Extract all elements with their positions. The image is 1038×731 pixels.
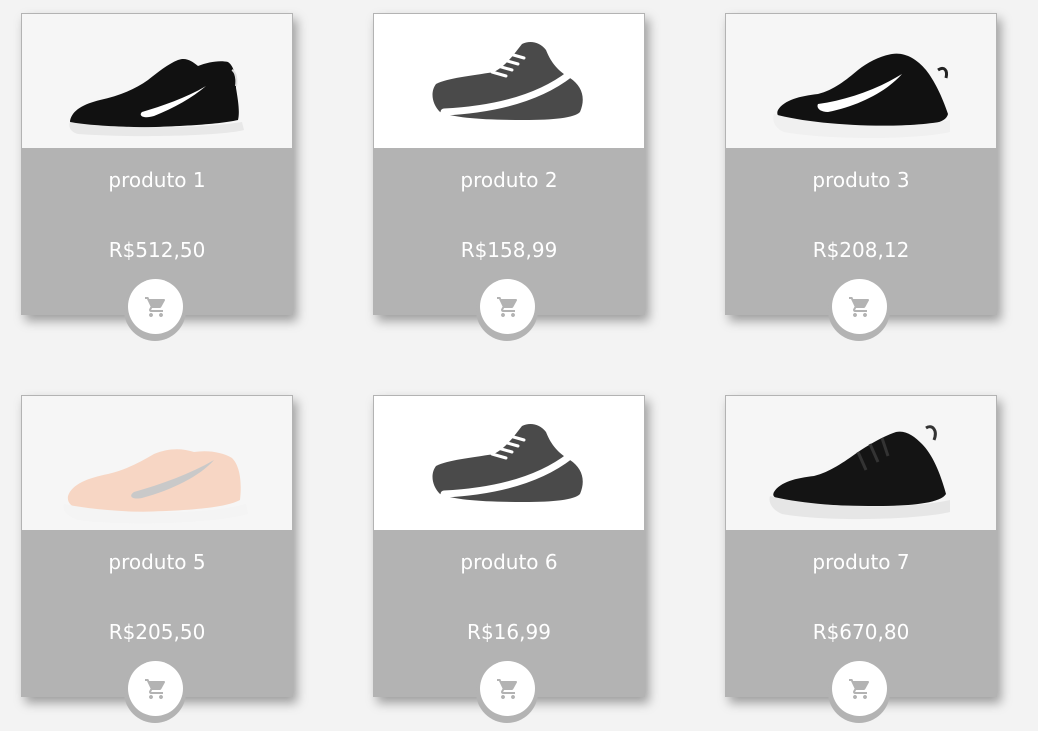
add-to-cart-button[interactable] <box>832 279 887 334</box>
add-to-cart-button[interactable] <box>128 661 183 716</box>
add-to-cart-button[interactable] <box>480 661 535 716</box>
peach-running-shoe-image <box>63 449 248 524</box>
product-name: produto 3 <box>812 168 910 192</box>
product-price: R$158,99 <box>460 238 558 262</box>
product-grid: produto 1 R$512,50 produto 2 R$158,99 pr… <box>0 0 1038 731</box>
add-to-cart-button[interactable] <box>480 279 535 334</box>
shoe-placeholder-icon <box>432 424 583 502</box>
product-image[interactable] <box>374 396 644 530</box>
product-image[interactable] <box>22 14 292 148</box>
product-card[interactable]: produto 7 R$670,80 <box>725 395 997 723</box>
product-name: produto 7 <box>812 550 910 574</box>
shopping-cart-icon <box>144 296 165 317</box>
product-image[interactable] <box>726 14 996 148</box>
shoe-placeholder-icon <box>432 42 583 120</box>
product-price: R$512,50 <box>108 238 206 262</box>
product-price: R$16,99 <box>467 620 551 644</box>
product-price: R$205,50 <box>108 620 206 644</box>
black-white-high-shoe-image <box>773 53 950 138</box>
product-name: produto 5 <box>108 550 206 574</box>
product-price: R$208,12 <box>812 238 910 262</box>
shopping-cart-icon <box>496 678 517 699</box>
product-image[interactable] <box>22 396 292 530</box>
product-card[interactable]: produto 2 R$158,99 <box>373 13 645 341</box>
product-card[interactable]: produto 1 R$512,50 <box>21 13 293 341</box>
black-running-shoe-image <box>69 58 244 137</box>
product-card[interactable]: produto 3 R$208,12 <box>725 13 997 341</box>
shopping-cart-icon <box>848 678 869 699</box>
black-training-shoe-image <box>769 425 950 520</box>
product-price: R$670,80 <box>812 620 910 644</box>
product-card[interactable]: produto 6 R$16,99 <box>373 395 645 723</box>
shopping-cart-icon <box>848 296 869 317</box>
add-to-cart-button[interactable] <box>128 279 183 334</box>
product-image[interactable] <box>726 396 996 530</box>
add-to-cart-button[interactable] <box>832 661 887 716</box>
product-card[interactable]: produto 5 R$205,50 <box>21 395 293 723</box>
product-name: produto 6 <box>460 550 558 574</box>
product-image[interactable] <box>374 14 644 148</box>
product-name: produto 2 <box>460 168 558 192</box>
shopping-cart-icon <box>496 296 517 317</box>
product-name: produto 1 <box>108 168 206 192</box>
shopping-cart-icon <box>144 678 165 699</box>
